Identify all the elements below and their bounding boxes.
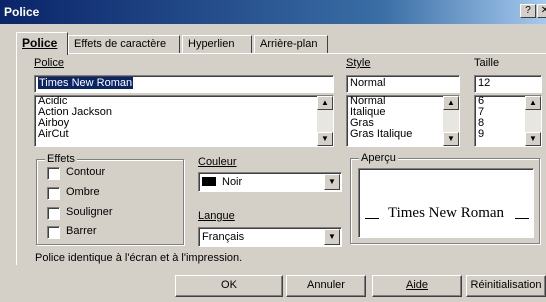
list-item[interactable]: AirCut — [35, 129, 333, 140]
close-icon[interactable]: ✕ — [537, 4, 546, 18]
effects-title: Effets — [45, 153, 77, 165]
color-swatch — [202, 177, 216, 186]
chevron-down-icon[interactable]: ▼ — [324, 174, 340, 190]
size-label: Taille — [474, 57, 500, 69]
shadow-label: Ombre — [66, 186, 100, 198]
tab-hyperlink[interactable]: Hyperlien — [182, 35, 252, 54]
scroll-down-icon[interactable]: ▼ — [317, 132, 333, 146]
list-item[interactable]: Airboy — [35, 118, 333, 129]
font-dialog: Police ? ✕ Police Effets de caractère Hy… — [0, 0, 546, 302]
scroll-down-icon[interactable]: ▼ — [525, 132, 541, 146]
language-label: Langue — [198, 210, 235, 222]
size-list[interactable]: 6 7 8 9 ▲ ▼ — [474, 95, 542, 147]
style-label: Style — [346, 57, 371, 69]
chevron-down-icon[interactable]: ▼ — [324, 229, 340, 245]
scroll-up-icon[interactable]: ▲ — [317, 96, 333, 110]
contour-label: Contour — [66, 166, 106, 178]
tab-background-label: Arrière-plan — [260, 38, 318, 50]
font-list-scrollbar[interactable]: ▲ ▼ — [317, 96, 333, 146]
list-item[interactable]: Action Jackson — [35, 107, 333, 118]
scroll-up-icon[interactable]: ▲ — [443, 96, 459, 110]
language-value: Français — [202, 231, 245, 243]
size-value: 12 — [478, 77, 491, 89]
underline-checkbox[interactable] — [47, 207, 60, 220]
style-value: Normal — [350, 77, 386, 89]
reset-button[interactable]: Réinitialisation — [466, 275, 546, 297]
size-list-scrollbar[interactable]: ▲ ▼ — [525, 96, 541, 146]
strikethrough-label: Barrer — [66, 225, 97, 237]
tab-hyperlink-label: Hyperlien — [188, 38, 235, 50]
color-select[interactable]: Noir ▼ — [198, 172, 342, 192]
info-text: Police identique à l'écran et à l'impres… — [35, 252, 243, 264]
window-title: Police — [4, 5, 40, 19]
color-label: Couleur — [198, 156, 237, 168]
tab-character-effects[interactable]: Effets de caractère — [68, 35, 180, 54]
help-button[interactable]: Aide — [372, 275, 462, 297]
style-list-scrollbar[interactable]: ▲ ▼ — [443, 96, 459, 146]
contour-checkbox[interactable] — [47, 167, 60, 180]
color-value: Noir — [222, 176, 243, 188]
title-bar: Police — [0, 0, 546, 24]
preview-text: Times New Roman — [387, 205, 505, 221]
font-list[interactable]: Acidic Action Jackson Airboy AirCut ▲ ▼ — [34, 95, 334, 147]
font-name-value: Times New Roman — [38, 77, 134, 89]
cancel-button[interactable]: Annuler — [286, 275, 366, 297]
preview-title: Aperçu — [359, 152, 398, 164]
scroll-down-icon[interactable]: ▼ — [443, 132, 459, 146]
preview-box: Times New Roman — [358, 168, 534, 238]
ok-button[interactable]: OK — [175, 275, 283, 297]
tab-background[interactable]: Arrière-plan — [254, 35, 328, 54]
tab-police[interactable]: Police — [16, 32, 68, 55]
size-input[interactable]: 12 — [474, 75, 542, 93]
style-input[interactable]: Normal — [346, 75, 460, 93]
help-icon[interactable]: ? — [520, 4, 536, 18]
tab-police-label: Police — [22, 36, 58, 50]
tab-character-effects-label: Effets de caractère — [74, 38, 167, 50]
style-list[interactable]: Normal Italique Gras Gras Italique ▲ ▼ — [346, 95, 460, 147]
underline-label: Souligner — [66, 206, 113, 218]
font-name-input[interactable]: Times New Roman — [34, 75, 334, 93]
scroll-up-icon[interactable]: ▲ — [525, 96, 541, 110]
font-label: Police — [34, 57, 64, 69]
language-select[interactable]: Français ▼ — [198, 227, 342, 247]
shadow-checkbox[interactable] — [47, 187, 60, 200]
strikethrough-checkbox[interactable] — [47, 226, 60, 239]
